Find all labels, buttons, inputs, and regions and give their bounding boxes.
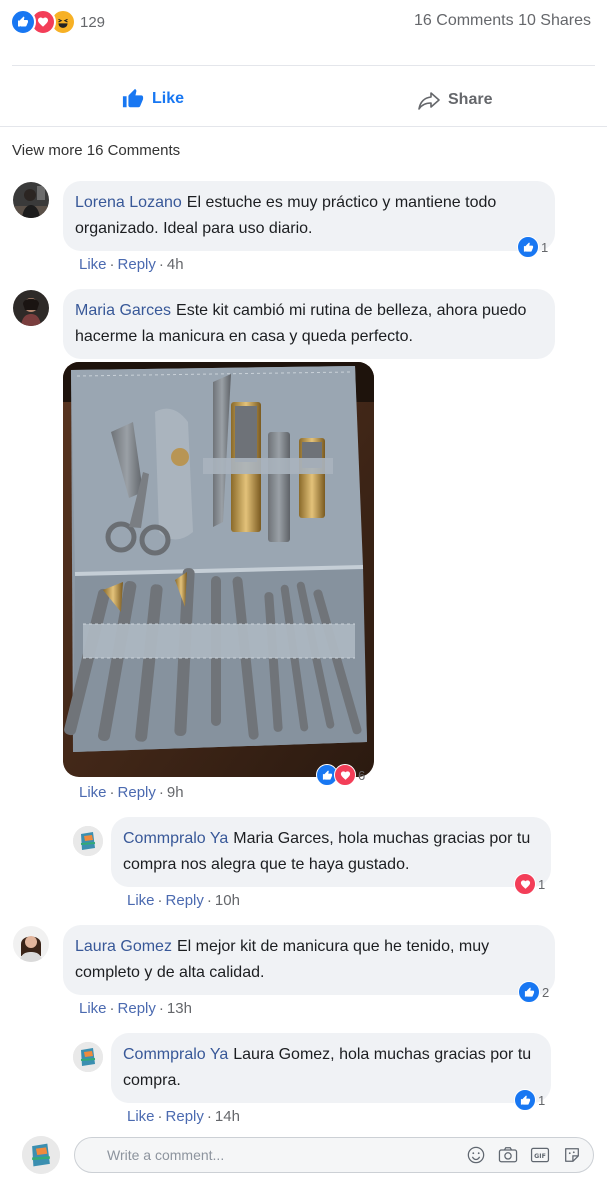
comment-reactions[interactable]: 1 bbox=[514, 873, 545, 895]
share-label: Share bbox=[448, 91, 493, 108]
post-reactions-summary[interactable]: 129 bbox=[10, 9, 106, 35]
comment-actions: Like · Reply · 13h bbox=[79, 1000, 192, 1017]
separator-dot: · bbox=[157, 1108, 163, 1125]
comment-reply-link[interactable]: Reply bbox=[118, 784, 156, 801]
current-user-avatar bbox=[22, 1136, 60, 1174]
avatar[interactable] bbox=[13, 926, 49, 962]
comment-composer: GIF bbox=[74, 1137, 594, 1173]
comment-reply-link[interactable]: Reply bbox=[166, 1108, 204, 1125]
post-like-button[interactable]: Like bbox=[120, 88, 184, 110]
comment-time[interactable]: 4h bbox=[167, 256, 184, 273]
commenter-name[interactable]: Laura Gomez bbox=[75, 938, 172, 955]
comment-bubble: Lorena Lozano El estuche es muy práctico … bbox=[63, 181, 555, 251]
comment-time[interactable]: 9h bbox=[167, 784, 184, 801]
comment-reply-link[interactable]: Reply bbox=[166, 892, 204, 909]
separator-dot: · bbox=[109, 1000, 115, 1017]
comment-reactions[interactable]: 1 bbox=[517, 236, 548, 258]
like-reaction-icon bbox=[514, 1089, 536, 1111]
share-icon bbox=[418, 92, 440, 110]
separator-dot: · bbox=[158, 784, 164, 801]
like-label: Like bbox=[152, 90, 185, 107]
comment-reaction-count: 1 bbox=[538, 876, 546, 892]
post-stats: 16 Comments 10 Shares bbox=[414, 12, 591, 30]
gif-icon[interactable]: GIF bbox=[529, 1144, 551, 1166]
love-reaction-icon bbox=[334, 764, 356, 786]
like-reaction-icon bbox=[517, 236, 539, 258]
comment-reaction-count: 1 bbox=[538, 1092, 546, 1108]
comment-reaction-count: 1 bbox=[541, 239, 549, 255]
comment-reactions[interactable]: 6 bbox=[316, 764, 365, 786]
separator-dot: · bbox=[206, 892, 212, 909]
divider bbox=[0, 126, 607, 127]
svg-text:GIF: GIF bbox=[534, 1153, 546, 1160]
comment-bubble: Maria Garces Este kit cambió mi rutina de… bbox=[63, 289, 555, 359]
commenter-name[interactable]: Commpralo Ya bbox=[123, 1046, 228, 1063]
comment-time[interactable]: 13h bbox=[167, 1000, 192, 1017]
shares-count[interactable]: 10 Shares bbox=[518, 12, 591, 29]
love-reaction-icon bbox=[514, 873, 536, 895]
avatar[interactable] bbox=[13, 182, 49, 218]
separator-dot: · bbox=[158, 256, 164, 273]
separator-dot: · bbox=[109, 784, 115, 801]
emoji-icon[interactable] bbox=[465, 1144, 487, 1166]
comment-reactions[interactable]: 2 bbox=[518, 981, 549, 1003]
page-avatar[interactable] bbox=[73, 826, 103, 856]
commenter-name[interactable]: Commpralo Ya bbox=[123, 830, 228, 847]
comment-input[interactable] bbox=[105, 1146, 455, 1164]
comment-reaction-count: 2 bbox=[542, 984, 550, 1000]
comment-reply-link[interactable]: Reply bbox=[118, 1000, 156, 1017]
sticker-icon[interactable] bbox=[561, 1144, 583, 1166]
thumbs-up-icon bbox=[122, 88, 144, 108]
comment-time[interactable]: 10h bbox=[215, 892, 240, 909]
comment-bubble: Laura Gomez El mejor kit de manicura que … bbox=[63, 925, 555, 995]
separator-dot: · bbox=[157, 892, 163, 909]
post-share-button[interactable]: Share bbox=[416, 88, 492, 112]
comment-like-link[interactable]: Like bbox=[79, 1000, 107, 1017]
like-reaction-icon bbox=[10, 9, 36, 35]
camera-icon[interactable] bbox=[497, 1144, 519, 1166]
separator-dot: · bbox=[109, 256, 115, 273]
comment-like-link[interactable]: Like bbox=[79, 256, 107, 273]
comment-reactions[interactable]: 1 bbox=[514, 1089, 545, 1111]
commenter-name[interactable]: Maria Garces bbox=[75, 302, 171, 319]
commenter-name[interactable]: Lorena Lozano bbox=[75, 194, 182, 211]
divider bbox=[12, 65, 595, 66]
page-avatar[interactable] bbox=[73, 1042, 103, 1072]
comment-photo[interactable] bbox=[63, 362, 374, 777]
separator-dot: · bbox=[158, 1000, 164, 1017]
reply-bubble: Commpralo Ya Maria Garces, hola muchas gr… bbox=[111, 817, 551, 887]
comment-time[interactable]: 14h bbox=[215, 1108, 240, 1125]
comment-actions: Like · Reply · 4h bbox=[79, 256, 184, 273]
comments-count[interactable]: 16 Comments bbox=[414, 12, 514, 29]
comment-like-link[interactable]: Like bbox=[79, 784, 107, 801]
comment-like-link[interactable]: Like bbox=[127, 1108, 155, 1125]
comment-reaction-count: 6 bbox=[358, 767, 366, 783]
comment-reply-link[interactable]: Reply bbox=[118, 256, 156, 273]
comment-like-link[interactable]: Like bbox=[127, 892, 155, 909]
avatar[interactable] bbox=[13, 290, 49, 326]
like-reaction-icon bbox=[518, 981, 540, 1003]
view-more-comments-link[interactable]: View more 16 Comments bbox=[12, 142, 180, 159]
comment-actions: Like · Reply · 9h bbox=[79, 784, 184, 801]
comment-actions: Like · Reply · 14h bbox=[127, 1108, 240, 1125]
reaction-count: 129 bbox=[80, 13, 106, 31]
comment-actions: Like · Reply · 10h bbox=[127, 892, 240, 909]
reply-bubble: Commpralo Ya Laura Gomez, hola muchas gra… bbox=[111, 1033, 551, 1103]
separator-dot: · bbox=[206, 1108, 212, 1125]
